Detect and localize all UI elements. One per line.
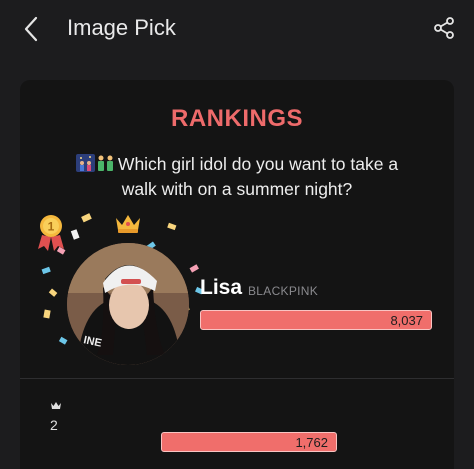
rankings-heading: RANKINGS bbox=[170, 105, 303, 132]
question-text: Which girl idol do you want to take a wa… bbox=[117, 154, 399, 199]
vote-bar[interactable]: 1,762 bbox=[161, 432, 337, 452]
avatar: INE bbox=[67, 243, 189, 365]
chevron-left-icon bbox=[24, 16, 38, 42]
rankings-card: RANKINGS Which girl idol do you want to … bbox=[20, 80, 454, 469]
crown-icon bbox=[116, 215, 140, 233]
ranking-item-1[interactable]: 1 INE Lisa BLACKPINK 8,037 bbox=[20, 210, 454, 370]
vote-count: 1,762 bbox=[295, 435, 328, 450]
page-title: Image Pick bbox=[67, 15, 176, 40]
profile-photo: INE bbox=[67, 243, 189, 365]
svg-text:1: 1 bbox=[48, 220, 55, 234]
share-icon bbox=[434, 17, 454, 39]
top-bar: Image Pick bbox=[0, 0, 474, 58]
share-button[interactable] bbox=[430, 14, 458, 42]
vote-bar: 8,037 bbox=[200, 310, 432, 330]
idol-name: Lisa bbox=[200, 276, 243, 299]
app-root: Image Pick RANKINGS Which girl idol do y… bbox=[0, 0, 474, 469]
crown-icon bbox=[51, 402, 61, 409]
divider bbox=[20, 378, 454, 379]
vote-count: 8,037 bbox=[390, 313, 423, 328]
poll-question: Which girl idol do you want to take a wa… bbox=[60, 153, 414, 201]
rank-number: 2 bbox=[50, 417, 58, 433]
back-button[interactable] bbox=[14, 12, 48, 46]
gold-medal-icon: 1 bbox=[38, 215, 64, 251]
couple-night-emoji-icon bbox=[75, 154, 116, 178]
idol-group: BLACKPINK bbox=[248, 284, 319, 298]
